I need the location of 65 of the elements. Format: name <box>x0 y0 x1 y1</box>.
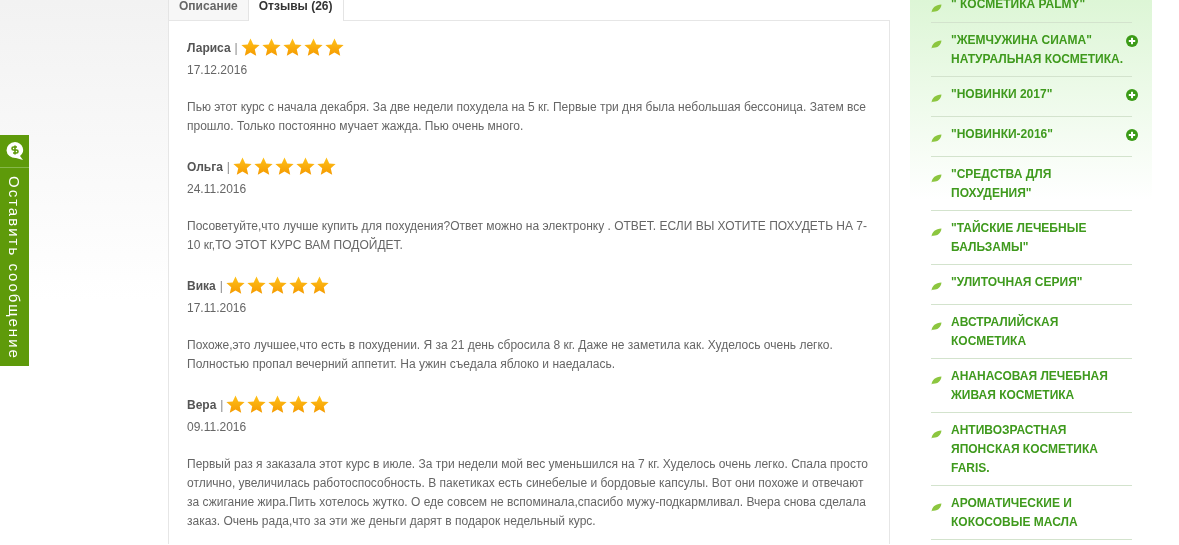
leaf-icon <box>931 282 942 291</box>
leaf-icon <box>931 376 942 385</box>
star-icon <box>261 38 281 57</box>
star-icon <box>296 157 315 176</box>
category-link[interactable]: АНАНАСОВАЯ ЛЕЧЕБНАЯ ЖИВАЯ КОСМЕТИКА <box>951 367 1126 405</box>
review-date: 17.12.2016 <box>187 64 249 76</box>
star-icon <box>303 38 323 57</box>
review-text: Похоже,это лучшее,что есть в похудении. Я за 21 день сбросила 8 кг. Даже не заметила как. Худелось очень легко. Полностью пропал вечерний аппетит. На ужин съедала яблоко и наедалась. <box>187 337 834 373</box>
leaf-icon <box>931 94 942 103</box>
category-link[interactable]: "УЛИТОЧНАЯ СЕРИЯ" <box>951 273 1126 292</box>
reviewer-name: Ольга <box>187 159 223 174</box>
star-icon <box>324 38 344 57</box>
category-link[interactable]: АВСТРАЛИЙСКАЯ КОСМЕТИКА <box>951 313 1126 351</box>
separator: | <box>234 40 238 55</box>
star-icon <box>247 395 267 414</box>
category-link[interactable]: " КОСМЕТИКА PALMY" <box>951 0 1126 14</box>
reviewer-name: Вера <box>187 397 217 412</box>
chat-icon <box>4 141 25 161</box>
leaf-icon <box>931 228 942 237</box>
star-icon <box>254 157 273 176</box>
review-text: Пью этот курс с начала декабря. За две недели похудела на 5 кг. Первые три дня была небольшая бессоница. Затем все прошло. Только постоянно мучает жажда. Пью очень много. <box>187 99 867 135</box>
category-link[interactable]: "НОВИНКИ 2017" <box>951 85 1126 104</box>
review-text: Посоветуйте,что лучше купить для похудения?Ответ можно на электронку . ОТВЕТ. ЕСЛИ ВЫ ХОТИТЕ ПОХУДЕТЬ НА 7-10 кг,ТО ЭТОТ КУРС ВАМ ПОДОЙДЕТ. <box>187 218 868 254</box>
leaf-icon <box>931 174 942 183</box>
star-icon <box>240 38 260 57</box>
leaf-icon <box>931 322 942 331</box>
star-icon <box>268 395 288 414</box>
leaf-icon <box>931 4 942 13</box>
review-date: 17.11.2016 <box>187 302 248 314</box>
leaf-icon <box>931 503 942 512</box>
star-icon <box>282 38 302 57</box>
star-icon <box>310 395 330 414</box>
star-icon <box>288 276 308 295</box>
category-link[interactable]: "СРЕДСТВА ДЛЯ ПОХУДЕНИЯ" <box>951 165 1126 203</box>
star-icon <box>275 157 294 176</box>
leaf-icon <box>931 430 942 439</box>
star-icon <box>226 395 246 414</box>
separator: | <box>220 397 224 412</box>
reviewer-name: Лариса <box>187 40 231 55</box>
star-icon <box>309 276 329 295</box>
review-text: Первый раз я заказала этот курс в июле. За три недели мой вес уменьшился на 7 кг. Худелось очень легко. Спала просто отлично, увеличилась работоспособность. В пакетиках есть синебелые и бордовые капсулы. Вот они похоже и отвечают за сжигание жира.Пить хотелось жутко. О еде совсем не вспоминала,спасибо мужу-подкармливал. Вчера снова сделала заказ. Очень рада,что за эти же деньги дарят в подарок недельный курс. <box>187 456 869 530</box>
feedback-tab[interactable]: Оставить сообщение <box>0 135 29 366</box>
separator: | <box>219 278 223 293</box>
separator: | <box>226 159 230 174</box>
tab[interactable]: Отзывы (26) <box>247 0 344 21</box>
category-link[interactable]: АРОМАТИЧЕСКИЕ И КОКОСОВЫЕ МАСЛА <box>951 494 1126 532</box>
star-icon <box>289 395 309 414</box>
category-link[interactable]: "ЖЕМЧУЖИНА СИАМА" НАТУРАЛЬНАЯ КОСМЕТИКА. <box>951 31 1126 69</box>
leaf-icon <box>931 40 942 49</box>
expand-icon[interactable] <box>1126 89 1138 101</box>
category-link[interactable]: АНТИВОЗРАСТНАЯ ЯПОНСКАЯ КОСМЕТИКА FARIS. <box>951 421 1126 478</box>
review-date: 24.11.2016 <box>187 183 248 195</box>
star-icon <box>225 276 245 295</box>
expand-icon[interactable] <box>1126 35 1138 47</box>
star-icon <box>233 157 252 176</box>
star-icon <box>317 157 336 176</box>
reviewer-name: Вика <box>187 278 216 293</box>
star-icon <box>246 276 266 295</box>
expand-icon[interactable] <box>1126 129 1138 141</box>
leaf-icon <box>931 134 942 143</box>
star-icon <box>267 276 287 295</box>
category-link[interactable]: "ТАЙСКИЕ ЛЕЧЕБНЫЕ БАЛЬЗАМЫ" <box>951 219 1126 257</box>
review-date: 09.11.2016 <box>187 421 248 433</box>
tab[interactable]: Описание <box>168 0 249 20</box>
category-link[interactable]: "НОВИНКИ-2016" <box>951 125 1126 144</box>
